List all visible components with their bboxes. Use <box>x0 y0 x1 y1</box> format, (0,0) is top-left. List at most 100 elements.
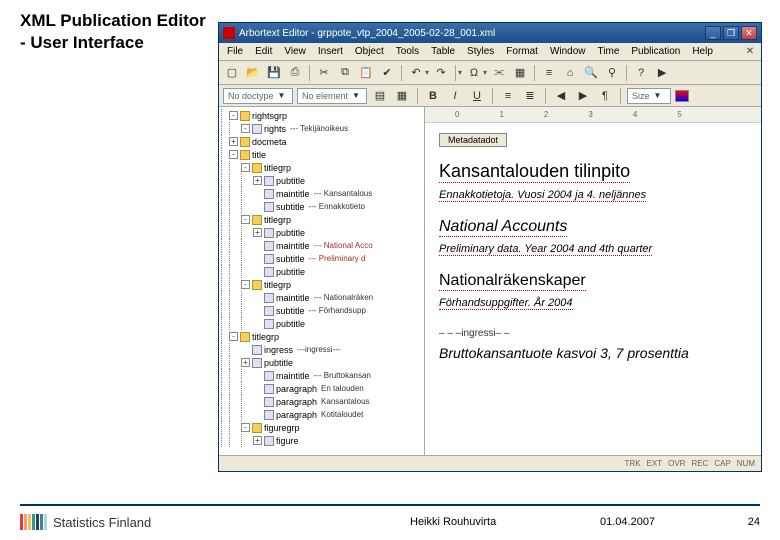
dropdown-icon[interactable]: ▾ <box>425 68 429 77</box>
play-icon[interactable]: ▶ <box>653 64 671 82</box>
tree-node-subtitle[interactable]: subtitle--- Förhandsupp <box>221 304 424 317</box>
tree-node-paragraph[interactable]: paragraphEn talouden <box>221 382 424 395</box>
heading-sv[interactable]: Nationalräkenskaper <box>439 272 586 291</box>
tree-node-pubtitle[interactable]: +pubtitle <box>221 226 424 239</box>
tree-node-titlegrp[interactable]: -titlegrp <box>221 278 424 291</box>
tree-node-maintitle[interactable]: maintitle--- Kansantalous <box>221 187 424 200</box>
tree-node-pubtitle[interactable]: +pubtitle <box>221 356 424 369</box>
paste-icon[interactable]: 📋 <box>357 64 375 82</box>
ruler-icon[interactable]: ≡ <box>540 64 558 82</box>
menu-help[interactable]: Help <box>686 44 719 59</box>
cut-icon[interactable]: ✂ <box>315 64 333 82</box>
tree-node-docmeta[interactable]: +docmeta <box>221 135 424 148</box>
tree-toggle-icon[interactable]: - <box>241 280 250 289</box>
tree-node-figuregrp[interactable]: -figuregrp <box>221 421 424 434</box>
paragraph-main[interactable]: Bruttokansantuote kasvoi 3, 7 prosenttia <box>439 345 747 361</box>
italic-button[interactable]: I <box>446 87 464 105</box>
table-icon[interactable]: ▦ <box>511 64 529 82</box>
tree-node-maintitle[interactable]: maintitle--- National Acco <box>221 239 424 252</box>
tree-node-paragraph[interactable]: paragraphKotitaloudet <box>221 408 424 421</box>
icon-btn[interactable]: ▦ <box>393 87 411 105</box>
tree-toggle-icon[interactable]: + <box>229 137 238 146</box>
tree-node-subtitle[interactable]: subtitle--- Preliminary d <box>221 252 424 265</box>
print-icon[interactable]: ⎙ <box>286 64 304 82</box>
menu-file[interactable]: File <box>221 44 249 59</box>
doc-close-icon[interactable]: ✕ <box>743 45 757 59</box>
size-combo[interactable]: Size▼ <box>627 88 671 104</box>
icon-btn[interactable]: ▤ <box>371 87 389 105</box>
tree-toggle-icon[interactable]: - <box>241 423 250 432</box>
para-icon[interactable]: ¶ <box>596 87 614 105</box>
tree-pane[interactable]: -rightsgrp-rights--- Tekijänoikeus+docme… <box>219 107 425 455</box>
indent-icon[interactable]: ▶ <box>574 87 592 105</box>
new-icon[interactable]: ▢ <box>223 64 241 82</box>
find-icon[interactable]: 🔍 <box>582 64 600 82</box>
tree-node-titlegrp[interactable]: -titlegrp <box>221 161 424 174</box>
tree-toggle-icon[interactable]: - <box>229 111 238 120</box>
tree-toggle-icon[interactable]: + <box>253 436 262 445</box>
tree-toggle-icon[interactable]: - <box>241 163 250 172</box>
tree-toggle-icon[interactable]: + <box>253 176 262 185</box>
tree-node-ingress[interactable]: ingress---ingressi--- <box>221 343 424 356</box>
spell-icon[interactable]: ✔ <box>378 64 396 82</box>
tree-node-paragraph[interactable]: paragraphKansantalous <box>221 395 424 408</box>
minimize-button[interactable]: _ <box>705 26 721 40</box>
tree-node-titlegrp[interactable]: -titlegrp <box>221 330 424 343</box>
tree-toggle-icon[interactable]: + <box>241 358 250 367</box>
tag-icon[interactable]: ⌂ <box>561 64 579 82</box>
subtitle-sv[interactable]: Förhandsuppgifter. År 2004 <box>439 297 573 310</box>
menu-styles[interactable]: Styles <box>461 44 500 59</box>
subtitle-fi[interactable]: Ennakkotietoja. Vuosi 2004 ja 4. neljänn… <box>439 189 646 202</box>
tree-node-rights[interactable]: -rights--- Tekijänoikeus <box>221 122 424 135</box>
link-icon[interactable]: ⫘ <box>490 64 508 82</box>
tree-toggle-icon[interactable]: - <box>241 215 250 224</box>
list-icon[interactable]: ≡ <box>499 87 517 105</box>
list-icon[interactable]: ≣ <box>521 87 539 105</box>
menu-insert[interactable]: Insert <box>312 44 349 59</box>
doctype-combo[interactable]: No doctype▼ <box>223 88 293 104</box>
tree-node-maintitle[interactable]: maintitle--- Nationalräken <box>221 291 424 304</box>
subtitle-en[interactable]: Preliminary data. Year 2004 and 4th quar… <box>439 243 652 256</box>
tree-node-pubtitle[interactable]: pubtitle <box>221 317 424 330</box>
outdent-icon[interactable]: ◀ <box>552 87 570 105</box>
menu-time[interactable]: Time <box>592 44 626 59</box>
underline-button[interactable]: U <box>468 87 486 105</box>
menu-table[interactable]: Table <box>425 44 461 59</box>
menu-format[interactable]: Format <box>500 44 544 59</box>
redo-icon[interactable]: ↷ <box>432 64 450 82</box>
open-icon[interactable]: 📂 <box>244 64 262 82</box>
tree-node-pubtitle[interactable]: pubtitle <box>221 265 424 278</box>
zoom-icon[interactable]: ⚲ <box>603 64 621 82</box>
document-pane[interactable]: 012345 Metadatadot Kansantalouden tilinp… <box>425 107 761 455</box>
menu-window[interactable]: Window <box>544 44 592 59</box>
tree-node-maintitle[interactable]: maintitle--- Bruttokansan <box>221 369 424 382</box>
heading-en[interactable]: National Accounts <box>439 218 567 237</box>
copy-icon[interactable]: ⧉ <box>336 64 354 82</box>
menu-tools[interactable]: Tools <box>390 44 425 59</box>
menu-publication[interactable]: Publication <box>625 44 686 59</box>
tree-node-rightsgrp[interactable]: -rightsgrp <box>221 109 424 122</box>
tree-toggle-icon[interactable]: + <box>253 228 262 237</box>
element-combo[interactable]: No element▼ <box>297 88 367 104</box>
dropdown-icon[interactable]: ▾ <box>458 68 462 77</box>
bold-button[interactable]: B <box>424 87 442 105</box>
tree-toggle-icon[interactable]: - <box>229 332 238 341</box>
close-button[interactable]: ✕ <box>741 26 757 40</box>
heading-fi[interactable]: Kansantalouden tilinpito <box>439 161 630 183</box>
help-icon[interactable]: ? <box>632 64 650 82</box>
dropdown-icon[interactable]: ▾ <box>483 68 487 77</box>
metadata-button[interactable]: Metadatadot <box>439 133 507 147</box>
menu-edit[interactable]: Edit <box>249 44 278 59</box>
tree-node-subtitle[interactable]: subtitle--- Ennakkotieto <box>221 200 424 213</box>
maximize-button[interactable]: ❐ <box>723 26 739 40</box>
color-icon[interactable] <box>675 90 689 102</box>
save-icon[interactable]: 💾 <box>265 64 283 82</box>
menu-object[interactable]: Object <box>349 44 390 59</box>
tree-node-figure[interactable]: +figure <box>221 434 424 447</box>
tree-toggle-icon[interactable]: - <box>229 150 238 159</box>
tree-node-title[interactable]: -title <box>221 148 424 161</box>
tree-toggle-icon[interactable]: - <box>241 124 250 133</box>
document-body[interactable]: Metadatadot Kansantalouden tilinpito Enn… <box>425 123 761 371</box>
menu-view[interactable]: View <box>278 44 312 59</box>
omega-icon[interactable]: Ω <box>465 64 483 82</box>
